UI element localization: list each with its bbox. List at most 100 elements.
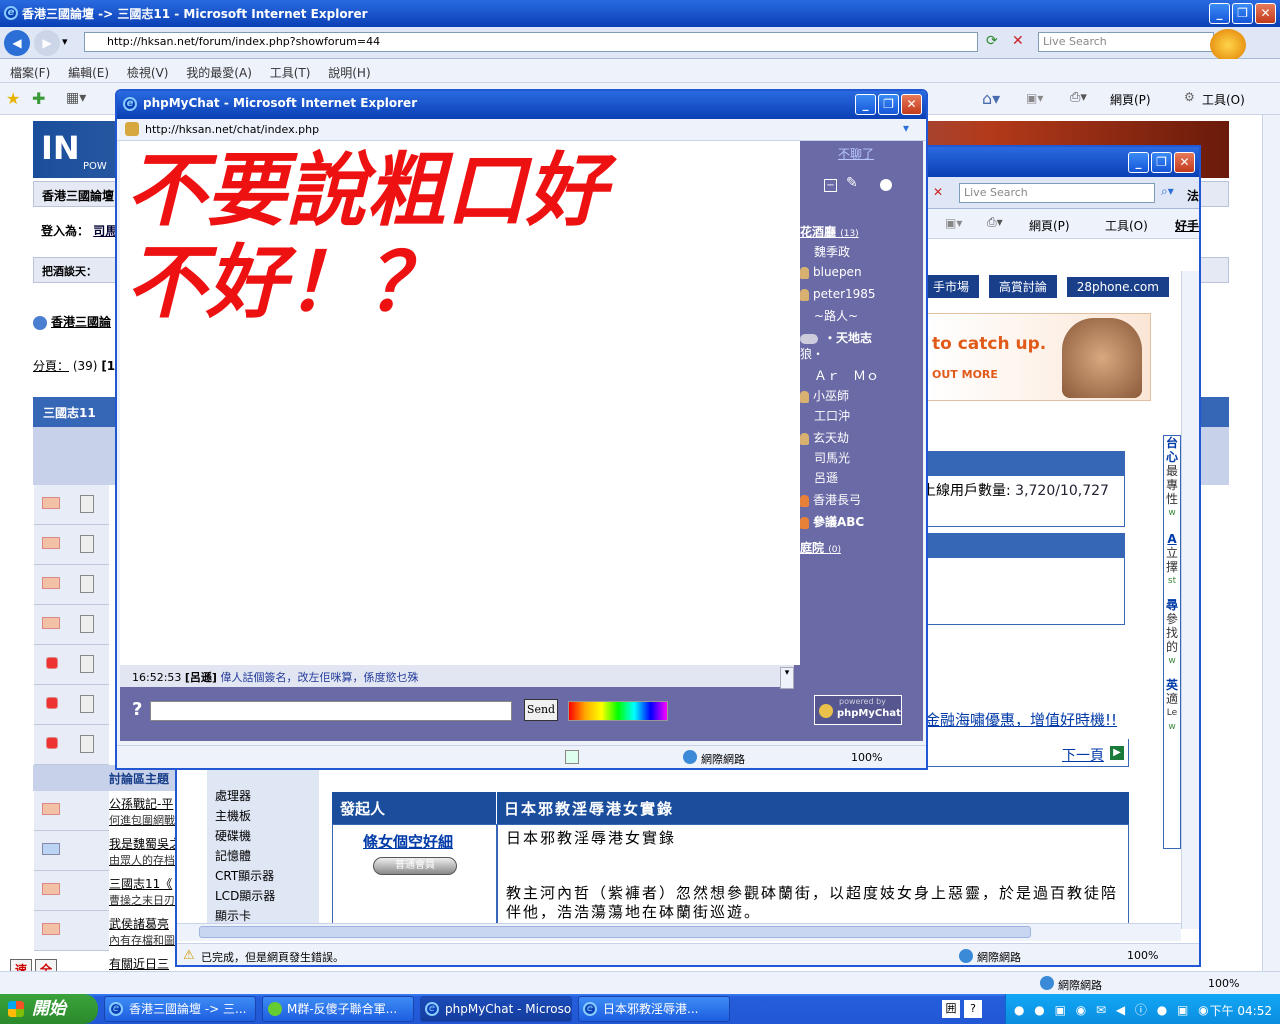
feeds-icon[interactable]: ▣▾ (1026, 91, 1043, 105)
right-col-text[interactable]: 心 (1164, 450, 1180, 464)
second-stop-icon[interactable]: ✕ (933, 185, 943, 199)
topic-title[interactable]: 武侯諸葛亮 內有存檔和圖 (109, 915, 175, 948)
user-item[interactable]: 玄天劫 (800, 429, 849, 446)
help-icon[interactable]: ? (132, 699, 142, 720)
user-item[interactable]: ~路人~ (814, 307, 858, 324)
side-link[interactable]: LCD顯示器 (215, 887, 275, 904)
back-button[interactable]: ◀ (4, 30, 30, 56)
menu-favorites[interactable]: 我的最愛(A) (186, 66, 252, 80)
chat-minimize-button[interactable]: _ (855, 94, 876, 115)
history-dropdown-icon[interactable]: ▾ (62, 35, 68, 48)
menu-file[interactable]: 檔案(F) (10, 66, 50, 80)
tab-market[interactable]: 手市場 (923, 275, 980, 298)
main-vertical-scrollbar[interactable] (1262, 115, 1280, 971)
all-button[interactable]: 全 (35, 959, 57, 971)
second-zoom[interactable]: 100% (1127, 949, 1158, 962)
favorites-star-icon[interactable]: ★ (6, 89, 20, 108)
topic-row[interactable] (34, 685, 109, 725)
forum-nav-link[interactable]: 香港三國論 (33, 313, 111, 330)
tray-icons[interactable]: ● ● ▣ ◉ ✉ ◀ ⓘ ● ▣ ◉ (1014, 1001, 1212, 1018)
second-horizontal-scrollbar[interactable] (177, 923, 1181, 941)
task-article[interactable]: e 日本邪教淫辱港... (578, 996, 730, 1022)
ad-banner[interactable]: to catch up. OUT MORE (927, 313, 1151, 401)
user-item[interactable]: 司馬光 (814, 449, 850, 466)
breadcrumb-site[interactable]: 香港三國論壇 (42, 189, 114, 203)
tools-gear-icon[interactable]: ⚙ (1184, 90, 1195, 104)
poster-name[interactable]: 條女個空好細 (363, 831, 453, 852)
ad-more[interactable]: OUT MORE (932, 368, 998, 381)
pen-icon[interactable]: ✎ (846, 175, 858, 191)
topic-title[interactable]: 公孫戰記-平 何進包圍網戰 (109, 795, 175, 828)
tab-discussion[interactable]: 高賞討論 (988, 275, 1057, 298)
page-menu[interactable]: 網頁(P) (1110, 91, 1151, 108)
chat-close-button[interactable]: ✕ (901, 94, 922, 115)
status-dot-icon[interactable] (880, 179, 892, 191)
topic-row[interactable] (34, 791, 109, 831)
chat-title-bar[interactable]: e phpMyChat - Microsoft Internet Explore… (117, 91, 926, 119)
second-search-input[interactable]: Live Search (959, 183, 1155, 203)
speed-button[interactable]: 速 (10, 959, 32, 971)
side-link[interactable]: 主機板 (215, 807, 251, 824)
send-button[interactable]: Send (524, 699, 558, 721)
second-feeds-icon[interactable]: ▣▾ (945, 216, 962, 230)
second-minimize-button[interactable]: _ (1128, 152, 1149, 173)
right-col-text[interactable]: A (1164, 532, 1180, 546)
menu-help[interactable]: 說明(H) (328, 66, 370, 80)
user-item[interactable]: 狼・ (800, 345, 824, 362)
right-col-text[interactable]: 台 (1164, 436, 1180, 450)
second-maximize-button[interactable]: ❐ (1151, 152, 1172, 173)
main-title-bar[interactable]: e 香港三國論壇 -> 三國志11 - Microsoft Internet E… (0, 0, 1280, 27)
menu-view[interactable]: 檢視(V) (127, 66, 169, 80)
stop-icon[interactable]: ✕ (1012, 33, 1030, 51)
task-forum[interactable]: e 香港三國論壇 -> 三... (104, 996, 256, 1022)
user-item[interactable]: 呂遜 (814, 469, 838, 486)
tools-menu[interactable]: 工具(O) (1202, 91, 1245, 108)
user-item[interactable]: 小巫師 (800, 387, 849, 404)
task-chat[interactable]: e phpMyChat - Microso... (420, 996, 572, 1022)
topic-title[interactable]: 有關近日三 (109, 955, 169, 971)
start-button[interactable]: 開始 (0, 994, 98, 1024)
side-link[interactable]: 記憶體 (215, 847, 251, 864)
quit-link[interactable]: 不聊了 (838, 145, 874, 162)
chat-message-scrollbar[interactable]: ▾ (780, 667, 794, 689)
topic-row[interactable] (34, 911, 109, 951)
next-page-link[interactable]: 下一頁 (1062, 745, 1104, 765)
second-close-button[interactable]: ✕ (1174, 152, 1195, 173)
collapse-icon[interactable]: − (824, 179, 837, 192)
h-scroll-thumb[interactable] (199, 926, 1031, 938)
msg-user[interactable]: [呂遜] (185, 671, 217, 684)
room-title[interactable]: 花酒廳 (13) (800, 223, 859, 240)
side-link[interactable]: CRT顯示器 (215, 867, 274, 884)
main-search-input[interactable]: Live Search (1038, 32, 1214, 52)
home-icon[interactable]: ⌂▾ (982, 89, 1000, 108)
chat-zoom[interactable]: 100% (851, 751, 882, 764)
task-msn[interactable]: M群-反傻子聯合軍... (262, 996, 414, 1022)
side-link[interactable]: 顯示卡 (215, 907, 251, 924)
next-arrow-icon[interactable]: ▶ (1110, 746, 1124, 760)
right-col-text[interactable]: 英 (1164, 678, 1180, 692)
topic-title[interactable]: 三國志11《 曹操之末日刃 (109, 875, 175, 908)
color-picker[interactable] (568, 701, 668, 721)
ime-help-icon[interactable]: ? (964, 1000, 982, 1018)
second-print-icon[interactable]: ⎙▾ (987, 215, 1003, 230)
side-link[interactable]: 硬碟機 (215, 827, 251, 844)
topic-row[interactable] (34, 831, 109, 871)
second-page-menu[interactable]: 網頁(P) (1029, 217, 1070, 234)
menu-edit[interactable]: 編輯(E) (68, 66, 109, 80)
maximize-button[interactable]: ❐ (1232, 3, 1253, 24)
topic-row[interactable] (34, 871, 109, 911)
second-search-icon[interactable]: ⌕▾ (1161, 184, 1174, 199)
tab-grid-icon[interactable]: ▦▾ (66, 90, 86, 106)
room2-title[interactable]: 庭院 (0) (800, 539, 841, 556)
topic-row[interactable] (34, 485, 109, 525)
user-item[interactable]: 魏季政 (814, 243, 850, 260)
print-icon[interactable]: ⎙▾ (1070, 90, 1087, 105)
powered-by-badge[interactable]: powered by phpMyChat (814, 695, 902, 725)
right-col-text[interactable]: 尋 (1164, 598, 1180, 612)
user-item[interactable]: 參議ABC (800, 513, 864, 530)
topic-row[interactable] (34, 605, 109, 645)
promo-link[interactable]: 金融海嘯優惠，增值好時機!! (925, 709, 1117, 730)
forum-header-title[interactable]: 三國志11 (43, 406, 96, 420)
user-item[interactable]: ・天地志 (800, 329, 872, 346)
chat-maximize-button[interactable]: ❐ (878, 94, 899, 115)
